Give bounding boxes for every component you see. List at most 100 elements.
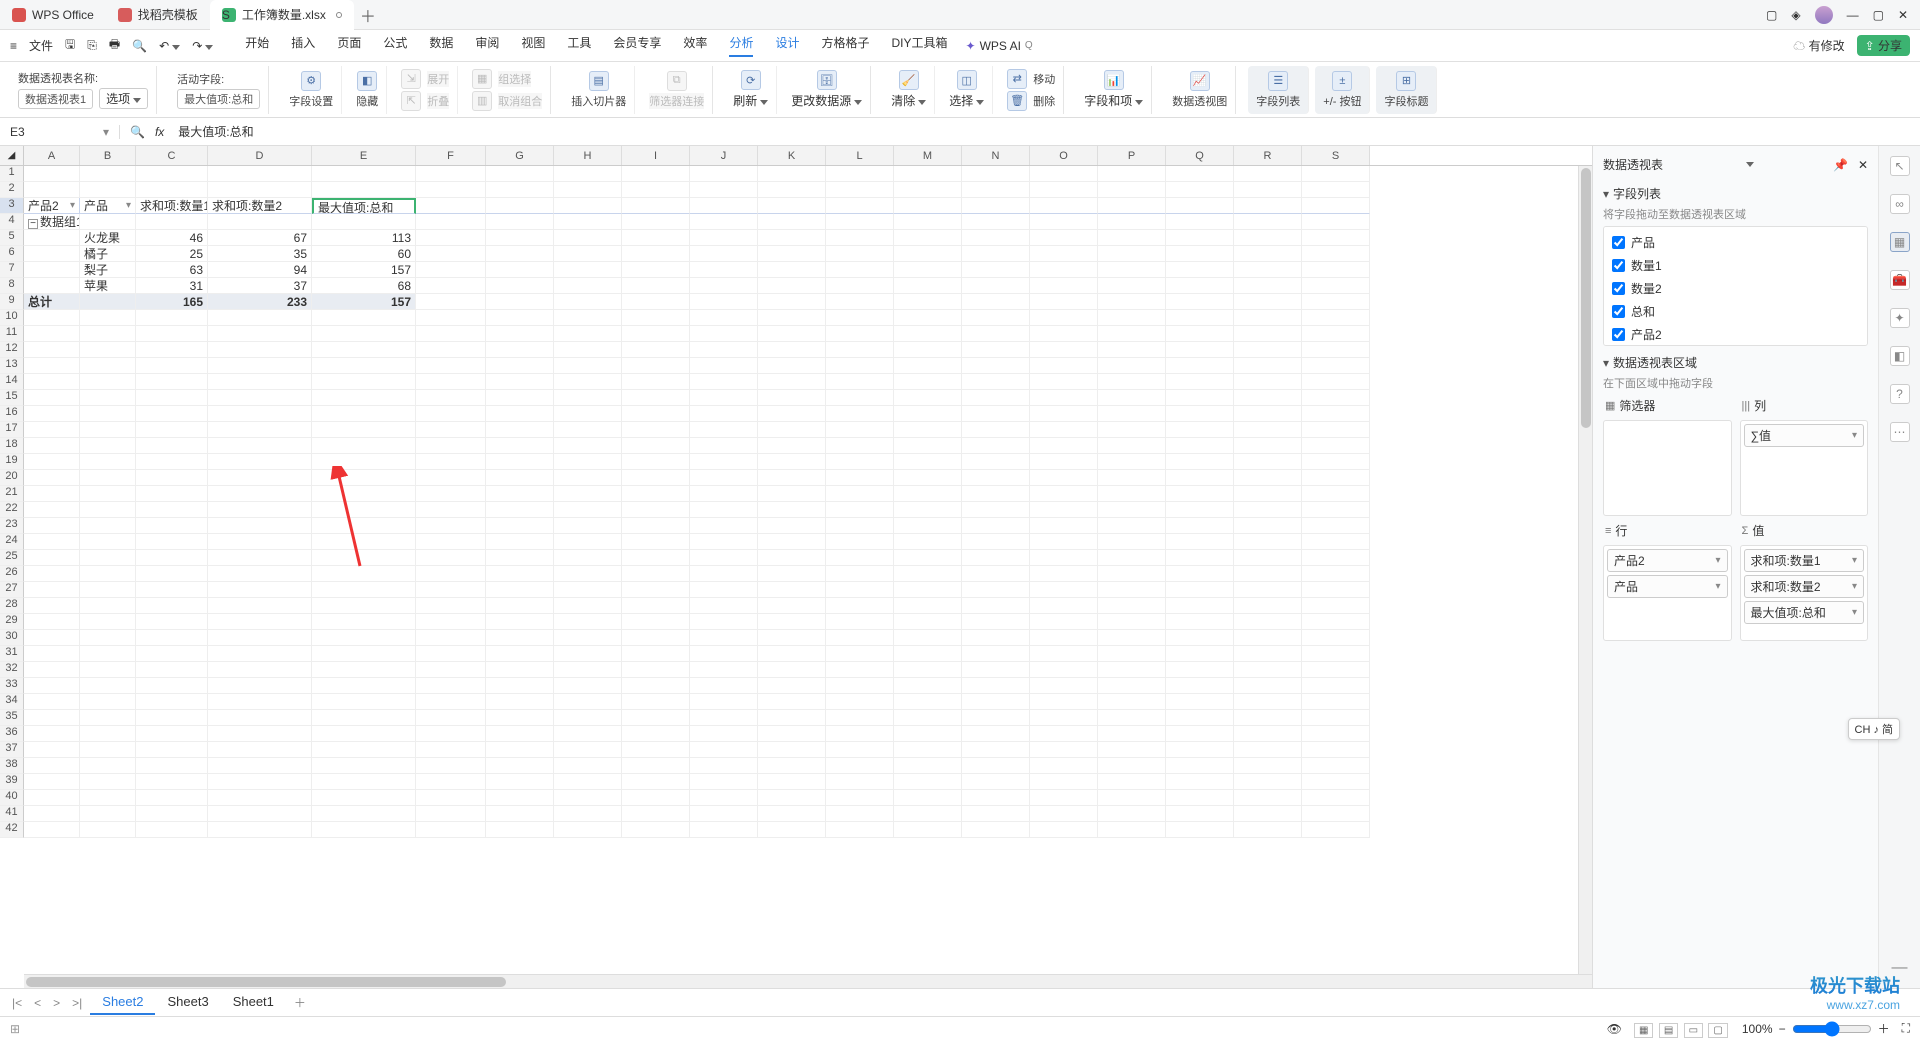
cell[interactable]	[690, 390, 758, 406]
cell[interactable]	[894, 518, 962, 534]
menu-审阅[interactable]: 审阅	[475, 34, 499, 57]
cell[interactable]	[554, 486, 622, 502]
cell[interactable]	[486, 342, 554, 358]
cell[interactable]: 产品2▾	[24, 198, 80, 214]
cube-icon[interactable]: ◈	[1791, 8, 1800, 22]
cell[interactable]	[962, 678, 1030, 694]
cell[interactable]	[1030, 406, 1098, 422]
cell[interactable]	[416, 294, 486, 310]
cell[interactable]	[136, 566, 208, 582]
cell[interactable]	[1166, 486, 1234, 502]
sheet-nav-first[interactable]: |<	[8, 996, 26, 1010]
cell[interactable]	[1098, 406, 1166, 422]
cell[interactable]	[208, 502, 312, 518]
cell[interactable]	[486, 566, 554, 582]
cell[interactable]	[1030, 230, 1098, 246]
cell[interactable]	[690, 310, 758, 326]
cell[interactable]	[622, 550, 690, 566]
cell[interactable]	[826, 710, 894, 726]
cell[interactable]	[416, 262, 486, 278]
cell[interactable]	[826, 646, 894, 662]
cell[interactable]: 233	[208, 294, 312, 310]
cell[interactable]	[622, 630, 690, 646]
cell[interactable]	[80, 502, 136, 518]
cell[interactable]: 113	[312, 230, 416, 246]
cell[interactable]	[622, 678, 690, 694]
cell[interactable]	[486, 198, 554, 214]
row-header[interactable]: 2	[0, 182, 24, 198]
cell[interactable]	[416, 806, 486, 822]
cell[interactable]	[486, 390, 554, 406]
cell[interactable]	[622, 534, 690, 550]
cell[interactable]	[554, 470, 622, 486]
cell[interactable]	[1166, 774, 1234, 790]
panel-close-icon[interactable]: ✕	[1858, 158, 1868, 172]
cell[interactable]	[962, 774, 1030, 790]
cell[interactable]	[758, 550, 826, 566]
cell[interactable]	[1166, 198, 1234, 214]
cell[interactable]	[690, 502, 758, 518]
cell[interactable]	[758, 438, 826, 454]
cell[interactable]	[894, 662, 962, 678]
cell[interactable]	[80, 822, 136, 838]
cell[interactable]	[24, 166, 80, 182]
cell[interactable]	[690, 294, 758, 310]
cell[interactable]	[1030, 470, 1098, 486]
cell[interactable]	[894, 726, 962, 742]
cell[interactable]	[136, 726, 208, 742]
cell[interactable]	[486, 310, 554, 326]
cell[interactable]	[894, 214, 962, 230]
cell[interactable]	[208, 342, 312, 358]
cell[interactable]	[826, 326, 894, 342]
cell[interactable]	[622, 406, 690, 422]
cell[interactable]	[1030, 214, 1098, 230]
cell[interactable]	[554, 214, 622, 230]
cell[interactable]	[690, 550, 758, 566]
cell[interactable]	[758, 166, 826, 182]
row-header[interactable]: 7	[0, 262, 24, 278]
cell[interactable]	[1030, 726, 1098, 742]
cell[interactable]	[826, 198, 894, 214]
field-产品[interactable]: 产品	[1608, 231, 1863, 254]
cell[interactable]	[136, 662, 208, 678]
cell[interactable]	[690, 246, 758, 262]
cell[interactable]: 46	[136, 230, 208, 246]
cell[interactable]	[208, 534, 312, 550]
cell[interactable]	[1098, 230, 1166, 246]
cell[interactable]	[24, 342, 80, 358]
view-reading-icon[interactable]: ▢	[1708, 1023, 1727, 1038]
cell[interactable]	[312, 518, 416, 534]
cell[interactable]	[1098, 198, 1166, 214]
cell[interactable]	[1166, 726, 1234, 742]
cell[interactable]	[136, 534, 208, 550]
cell[interactable]	[416, 358, 486, 374]
cell[interactable]	[312, 726, 416, 742]
cell[interactable]	[1234, 534, 1302, 550]
cell[interactable]	[622, 374, 690, 390]
cell[interactable]	[894, 550, 962, 566]
cell[interactable]	[1030, 166, 1098, 182]
sheet-tab-Sheet1[interactable]: Sheet1	[221, 990, 286, 1015]
cell[interactable]	[690, 262, 758, 278]
cell[interactable]	[894, 422, 962, 438]
cell[interactable]	[622, 598, 690, 614]
cell[interactable]	[416, 470, 486, 486]
cell[interactable]	[1302, 518, 1370, 534]
select-icon[interactable]: ◫	[957, 70, 977, 90]
cell[interactable]	[1234, 406, 1302, 422]
cell[interactable]	[758, 486, 826, 502]
open-icon[interactable]: ⎘	[87, 38, 97, 53]
cell[interactable]	[690, 358, 758, 374]
area-chip[interactable]: 产品▾	[1607, 575, 1728, 598]
cell[interactable]	[1166, 582, 1234, 598]
cell[interactable]	[136, 310, 208, 326]
cell[interactable]	[1098, 214, 1166, 230]
cell[interactable]	[24, 358, 80, 374]
cell[interactable]	[486, 214, 554, 230]
row-header[interactable]: 33	[0, 678, 24, 694]
cell[interactable]	[416, 614, 486, 630]
cell[interactable]	[312, 646, 416, 662]
cell[interactable]	[554, 758, 622, 774]
cell[interactable]	[894, 646, 962, 662]
field-数量1[interactable]: 数量1	[1608, 254, 1863, 277]
